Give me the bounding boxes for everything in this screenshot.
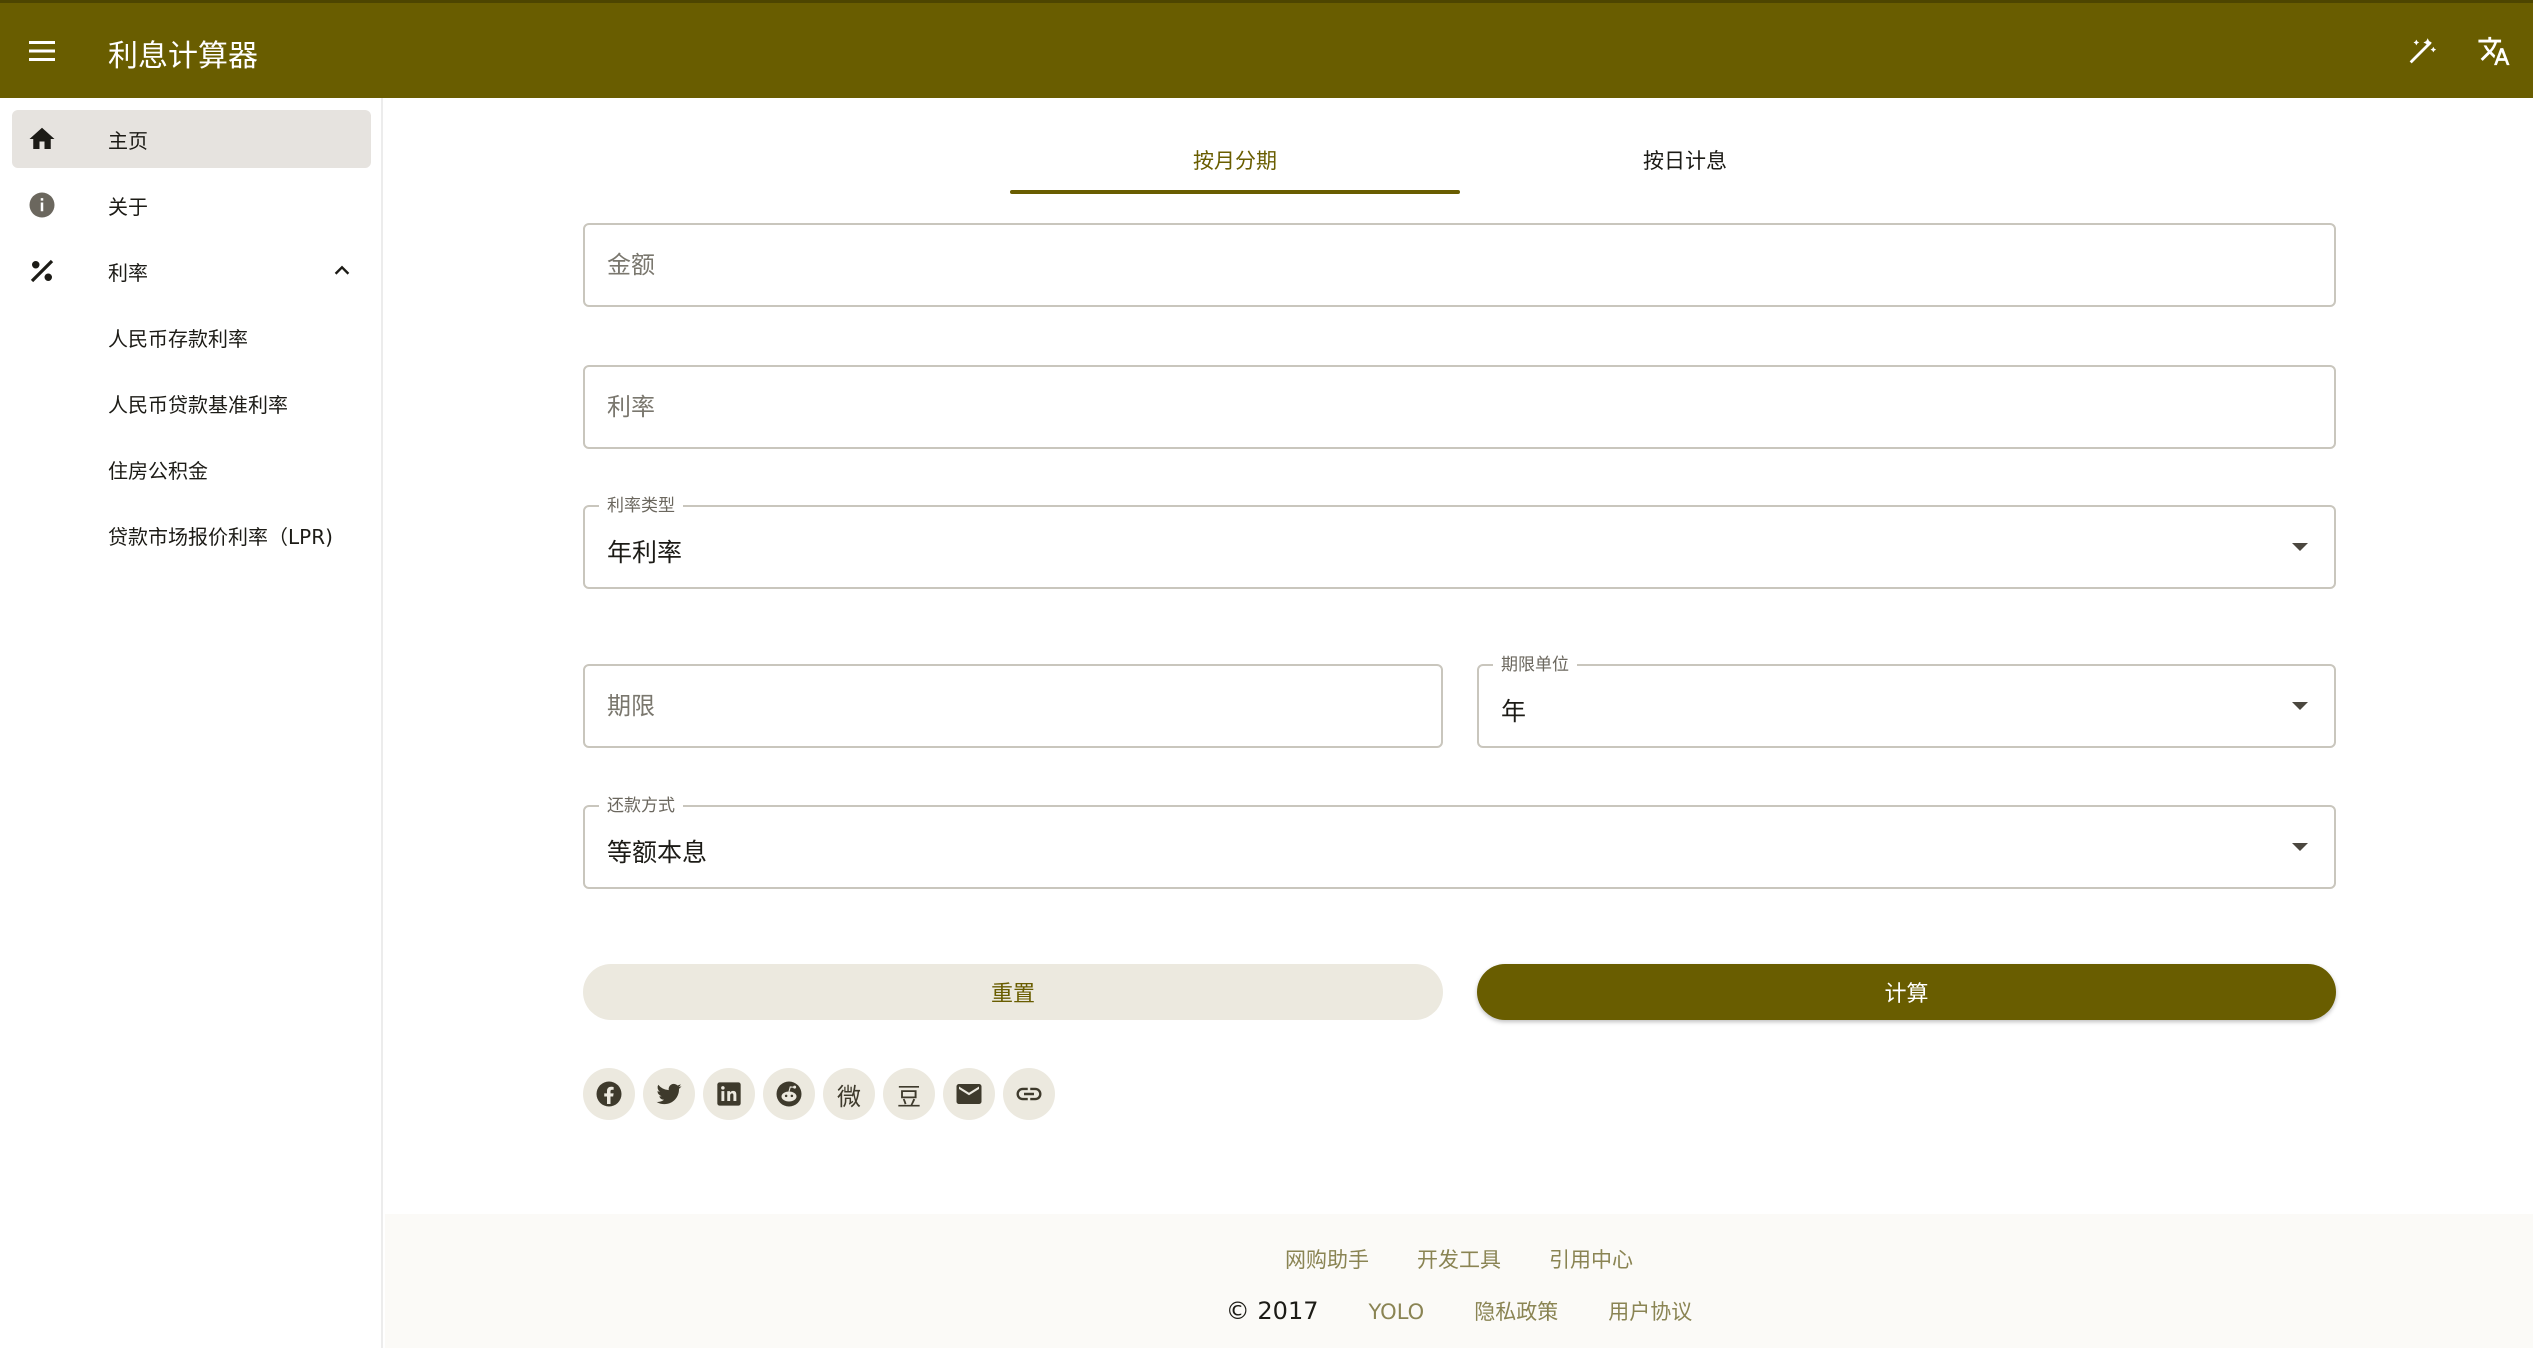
term-unit-select[interactable]: 期限单位 年 <box>1477 655 2336 748</box>
sidebar-subitem-rmb-deposit-rate[interactable]: 人民币存款利率 <box>12 308 371 366</box>
calculate-button[interactable]: 计算 <box>1477 964 2336 1020</box>
footer-link-yolo[interactable]: YOLO <box>1369 1300 1425 1324</box>
footer-link-citation-center[interactable]: 引用中心 <box>1549 1244 1633 1274</box>
menu-icon[interactable] <box>22 31 62 71</box>
sidebar-item-label: 主页 <box>108 128 148 153</box>
sidebar-subitem-label: 住房公积金 <box>108 458 208 483</box>
link-icon[interactable] <box>1003 1068 1055 1120</box>
home-icon <box>26 123 58 155</box>
sidebar-subitem-label: 贷款市场报价利率（LPR) <box>108 524 333 549</box>
tab-daily-interest[interactable]: 按日计息 <box>1460 126 1910 194</box>
linkedin-icon[interactable] <box>703 1068 755 1120</box>
translate-icon[interactable] <box>2472 29 2516 73</box>
tab-indicator <box>1010 190 1460 194</box>
repayment-method-label: 还款方式 <box>599 796 683 816</box>
rate-type-label: 利率类型 <box>599 496 683 516</box>
sidebar-item-home[interactable]: 主页 <box>12 110 371 168</box>
rate-type-select[interactable]: 利率类型 年利率 <box>583 496 2336 589</box>
footer-link-user-agreement[interactable]: 用户协议 <box>1608 1296 1692 1326</box>
sidebar: 主页 关于 利率 人民币存款利率 人民币贷款基准利率 住房公积金 贷款市场报价利… <box>0 98 383 1348</box>
amount-input[interactable] <box>607 225 2312 305</box>
footer-link-shopping-assistant[interactable]: 网购助手 <box>1285 1244 1369 1274</box>
sidebar-item-label: 关于 <box>108 194 148 219</box>
footer: 网购助手 开发工具 引用中心 © 2017 YOLO 隐私政策 用户协议 <box>385 1214 2533 1348</box>
footer-link-privacy-policy[interactable]: 隐私政策 <box>1474 1296 1558 1326</box>
sidebar-subitem-lpr[interactable]: 贷款市场报价利率（LPR) <box>12 506 371 564</box>
app-bar: 利息计算器 <box>0 0 2533 98</box>
theme-toggle-icon[interactable] <box>2400 29 2444 73</box>
app-title: 利息计算器 <box>108 39 258 74</box>
facebook-icon[interactable] <box>583 1068 635 1120</box>
amount-field <box>583 223 2336 307</box>
tab-bar: 按月分期 按日计息 <box>1010 126 1910 194</box>
reset-button[interactable]: 重置 <box>583 964 1443 1020</box>
sidebar-subitem-rmb-loan-rate[interactable]: 人民币贷款基准利率 <box>12 374 371 432</box>
chevron-up-icon[interactable] <box>329 258 355 284</box>
share-bar: 微 豆 <box>583 1068 1055 1120</box>
sidebar-item-rates[interactable]: 利率 <box>12 242 371 300</box>
repayment-method-select[interactable]: 还款方式 等额本息 <box>583 796 2336 889</box>
caret-down-icon <box>2292 543 2308 551</box>
term-input[interactable] <box>607 666 1419 746</box>
copyright-text: © 2017 <box>1225 1297 1319 1325</box>
footer-links-top: 网购助手 开发工具 引用中心 <box>385 1244 2533 1274</box>
rate-input[interactable] <box>607 367 2312 447</box>
repayment-method-value: 等额本息 <box>607 838 708 867</box>
caret-down-icon <box>2292 843 2308 851</box>
douban-icon[interactable]: 豆 <box>883 1068 935 1120</box>
rate-field <box>583 365 2336 449</box>
percent-icon <box>26 255 58 287</box>
sidebar-item-label: 利率 <box>108 260 148 285</box>
email-icon[interactable] <box>943 1068 995 1120</box>
info-icon <box>26 189 58 221</box>
term-field <box>583 664 1443 748</box>
footer-links-bottom: © 2017 YOLO 隐私政策 用户协议 <box>385 1296 2533 1326</box>
rate-type-value: 年利率 <box>607 538 683 567</box>
reddit-icon[interactable] <box>763 1068 815 1120</box>
twitter-icon[interactable] <box>643 1068 695 1120</box>
caret-down-icon <box>2292 702 2308 710</box>
sidebar-subitem-label: 人民币存款利率 <box>108 326 248 351</box>
weibo-icon[interactable]: 微 <box>823 1068 875 1120</box>
term-unit-label: 期限单位 <box>1493 655 1577 675</box>
sidebar-subitem-label: 人民币贷款基准利率 <box>108 392 288 417</box>
footer-link-dev-tools[interactable]: 开发工具 <box>1417 1244 1501 1274</box>
term-unit-value: 年 <box>1501 697 1527 726</box>
sidebar-subitem-housing-fund[interactable]: 住房公积金 <box>12 440 371 498</box>
tab-monthly-installment[interactable]: 按月分期 <box>1010 126 1460 194</box>
sidebar-item-about[interactable]: 关于 <box>12 176 371 234</box>
